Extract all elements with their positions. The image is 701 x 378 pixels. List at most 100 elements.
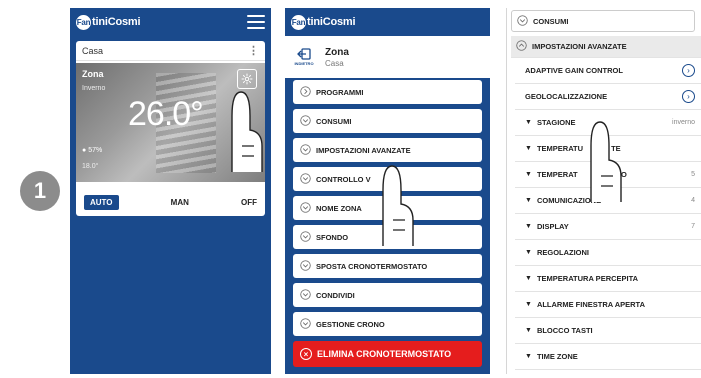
chevron-down-icon: ▼ [525,249,532,256]
chevron-down-icon: ▼ [525,197,532,204]
row-label-partial: TE [611,144,621,153]
menu-item-condividi[interactable]: CONDIVIDI [293,283,482,307]
zone-photo[interactable]: Zona Inverno 26.0° ● 57% 18.0° [76,63,265,182]
settings-row-temperatura-percepita[interactable]: ▼ TEMPERATURA PERCEPITA [515,266,701,292]
settings-row-time-zone[interactable]: ▼ TIME ZONE [515,344,701,370]
brand-logo: Fan tiniCosmi [76,14,141,30]
row-label-partial: GELO [605,170,627,179]
row-value: inverno [672,119,695,126]
arrow-right-icon[interactable]: › [682,64,695,77]
advanced-settings-header[interactable]: IMPOSTAZIONI AVANZATE [511,36,701,58]
menu-item-label: NOME ZONA [316,203,362,213]
row-label: DISPLAY [536,222,569,231]
brand-logo: Fan tiniCosmi [291,14,356,30]
menu-item-label: IMPOSTAZIONI AVANZATE [316,145,411,155]
brand-bar: Fan tiniCosmi [70,8,271,36]
row-label: STAGIONE [536,118,576,127]
zone-header: INDIETRO Zona Casa [285,36,490,78]
chevron-down-icon [300,201,311,215]
menu-item-gestione-crono[interactable]: GESTIONE CRONO [293,312,482,336]
menu-item-sfondo[interactable]: SFONDO [293,225,482,249]
chevron-down-icon [300,288,311,302]
chevron-down-icon [300,259,311,273]
hamburger-menu-icon[interactable] [247,15,265,29]
chevron-down-icon [300,230,311,244]
menu-item-consumi[interactable]: CONSUMI [293,109,482,133]
humidity-text: 57% [88,147,103,154]
chevron-down-icon: ▼ [525,145,532,152]
kebab-menu-icon[interactable]: ⋮ [248,44,259,57]
brand-logo-text: tiniCosmi [307,16,356,28]
settings-row-allarme-finestra[interactable]: ▼ ALLARME FINESTRA APERTA [515,292,701,318]
row-label: TIME ZONE [536,352,578,361]
row-label: TEMPERATU [536,144,584,153]
chevron-down-icon: ▼ [525,171,532,178]
settings-row-stagione[interactable]: ▼ STAGIONE inverno [515,110,701,136]
adaptive-gain-control-row[interactable]: ADAPTIVE GAIN CONTROL › [515,58,701,84]
consumi-label: CONSUMI [533,16,569,26]
brand-logo-mark: Fan [76,14,91,30]
screen-zone-menu: Fan tiniCosmi INDIETRO Zona Casa PROGRAM… [285,8,490,374]
menu-item-label: CONDIVIDI [316,290,355,300]
menu-item-sposta-cronotermostato[interactable]: SPOSTA CRONOTERMOSTATO [293,254,482,278]
droplet-icon: ● [82,147,87,154]
geolocalizzazione-row[interactable]: GEOLOCALIZZAZIONE › [515,84,701,110]
settings-row-blocco-tasti[interactable]: ▼ BLOCCO TASTI [515,318,701,344]
consumi-section[interactable]: CONSUMI [511,10,695,32]
row-value: 7 [691,223,695,230]
chevron-down-icon [300,317,311,331]
gear-icon [241,73,253,85]
chevron-down-icon [300,172,311,186]
chevron-down-icon: ▼ [525,327,532,334]
arrow-right-icon[interactable]: › [682,90,695,103]
settings-row-temperatura[interactable]: ▼ TEMPERATU TE [515,136,701,162]
back-arrow-icon [297,48,311,60]
back-label: INDIETRO [294,61,314,66]
menu-item-nome-zona[interactable]: NOME ZONA [293,196,482,220]
adaptive-gain-label: ADAPTIVE GAIN CONTROL [525,66,623,75]
mode-off-button[interactable]: OFF [241,198,257,207]
menu-item-label: SPOSTA CRONOTERMOSTATO [316,261,428,271]
row-label: COMUNICAZIONE [536,196,602,205]
brand-bar: Fan tiniCosmi [285,8,490,36]
zone-heading: Zona Casa [325,47,349,68]
zone-title: Zona [325,46,349,58]
row-label: REGOLAZIONI [536,248,590,257]
settings-row-display[interactable]: ▼ DISPLAY 7 [515,214,701,240]
menu-item-label: SFONDO [316,232,349,242]
menu-item-impostazioni-avanzate[interactable]: IMPOSTAZIONI AVANZATE [293,138,482,162]
close-circle-icon: × [300,348,312,360]
menu-item-controllo[interactable]: CONTROLLO V [293,167,482,191]
season-label: Inverno [82,85,106,92]
step-number-badge: 1 [20,171,60,211]
menu-item-label: PROGRAMMI [316,87,364,97]
row-label: TEMPERAT [536,170,578,179]
row-value: 5 [691,171,695,178]
settings-row-comunicazione[interactable]: ▼ COMUNICAZIONE 4 [515,188,701,214]
row-value: 4 [691,197,695,204]
mode-auto-button[interactable]: AUTO [84,194,119,210]
humidity-value: ● 57% [82,147,102,154]
zone-subtitle: Casa [325,58,344,68]
row-label: BLOCCO TASTI [536,326,593,335]
current-temperature: 26.0° [128,95,204,133]
row-label: TEMPERATURA PERCEPITA [536,274,639,283]
zone-card-header: Casa ⋮ [76,41,265,61]
mode-man-button[interactable]: MAN [171,198,189,207]
delete-thermostat-button[interactable]: × ELIMINA CRONOTERMOSTATO [293,341,482,367]
settings-row-temperatura-antigelo[interactable]: ▼ TEMPERAT GELO 5 [515,162,701,188]
menu-item-programmi[interactable]: PROGRAMMI [293,80,482,104]
chevron-down-icon [300,114,311,128]
back-button[interactable]: INDIETRO [291,48,317,66]
brand-logo-mark: Fan [291,14,306,30]
settings-button[interactable] [237,69,257,89]
brand-logo-text: tiniCosmi [92,16,141,28]
setpoint-value: 18.0° [82,163,99,170]
menu-item-label: GESTIONE CRONO [316,319,385,329]
screen-advanced-settings: CONSUMI IMPOSTAZIONI AVANZATE ADAPTIVE G… [506,8,701,374]
chevron-down-icon: ▼ [525,275,532,282]
chevron-down-icon: ▼ [525,223,532,230]
screen-zone-overview: Fan tiniCosmi Casa ⋮ Zona Inverno 26.0° … [70,8,271,374]
zone-card: Casa ⋮ Zona Inverno 26.0° ● 57% 18.0° AU… [76,41,265,216]
settings-row-regolazioni[interactable]: ▼ REGOLAZIONI [515,240,701,266]
